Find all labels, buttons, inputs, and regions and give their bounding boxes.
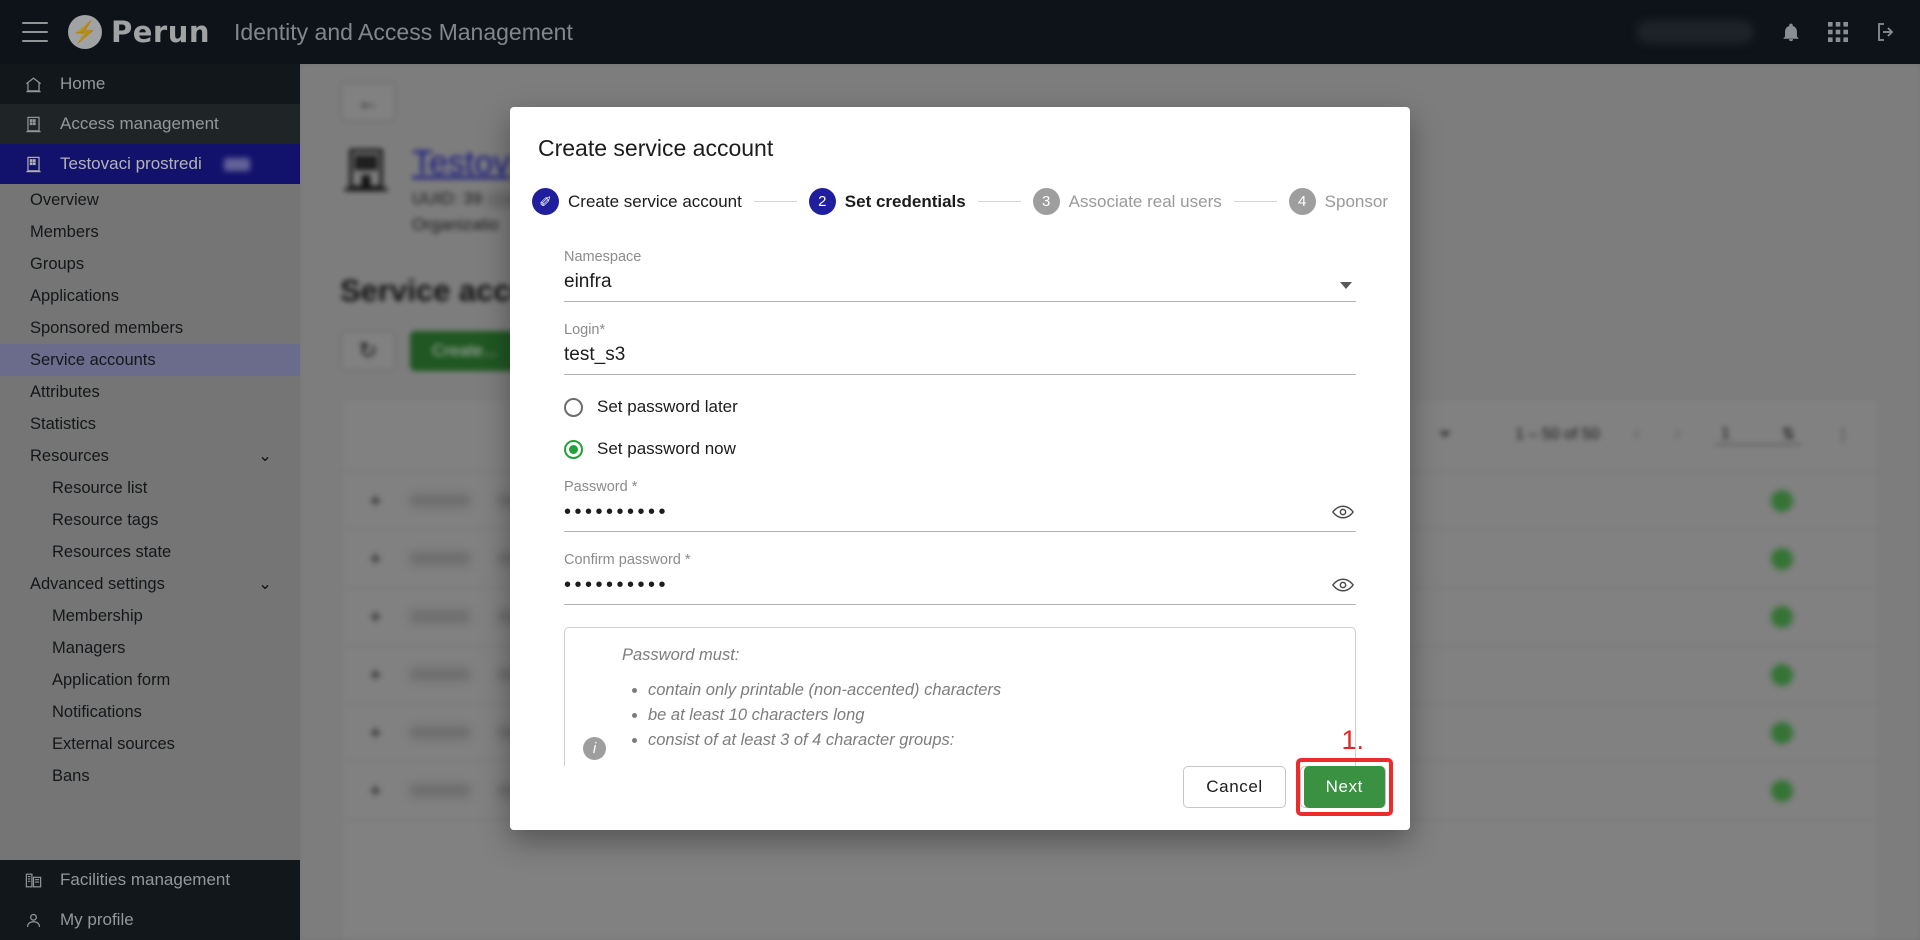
login-value: test_s3: [564, 344, 626, 365]
password-rule: consist of at least 3 of 4 character gro…: [648, 731, 1001, 750]
password-input[interactable]: Password * ••••••••••: [564, 479, 1356, 532]
step-label: Sponsor: [1324, 191, 1388, 211]
cancel-button[interactable]: Cancel: [1183, 766, 1286, 808]
stepper-step-1[interactable]: ✐ Create service account: [532, 188, 742, 215]
toggle-confirm-password-visibility-icon[interactable]: [1332, 577, 1354, 598]
step-label: Set credentials: [844, 191, 966, 211]
annotation-highlight: Next: [1295, 758, 1393, 816]
step-number: 2: [808, 188, 836, 215]
radio-label: Set password now: [597, 439, 736, 458]
login-label: Login*: [564, 322, 606, 338]
password-requirements-text: Password must: contain only printable (n…: [622, 646, 1001, 766]
confirm-password-label: Confirm password *: [564, 552, 691, 568]
dialog-title: Create service account: [538, 135, 774, 161]
stepper-connector: [977, 201, 1021, 202]
next-button[interactable]: Next: [1303, 766, 1385, 808]
annotation-step-number: 1.: [1341, 725, 1364, 755]
toggle-password-visibility-icon[interactable]: [1332, 504, 1354, 525]
stepper-step-2[interactable]: 2 Set credentials: [808, 188, 966, 215]
step-label: Create service account: [568, 191, 742, 211]
login-input[interactable]: Login* test_s3: [564, 322, 1356, 375]
app-root: ⚡ Perun Identity and Access Management H…: [0, 0, 1920, 940]
confirm-password-value: ••••••••••: [564, 574, 670, 596]
confirm-password-input[interactable]: Confirm password * ••••••••••: [564, 552, 1356, 605]
stepper-step-4[interactable]: 4 Sponsor: [1288, 188, 1388, 215]
radio-icon[interactable]: [564, 397, 583, 417]
password-rule: contain only printable (non-accented) ch…: [648, 681, 1001, 700]
create-service-account-dialog: Create service account ✐ Create service a…: [510, 107, 1410, 830]
password-rules-list: contain only printable (non-accented) ch…: [648, 681, 1001, 750]
step-number: 3: [1032, 188, 1060, 215]
password-requirements-title: Password must:: [622, 646, 740, 664]
chevron-down-icon[interactable]: [1340, 282, 1352, 289]
password-value: ••••••••••: [564, 501, 670, 523]
namespace-select[interactable]: Namespace einfra: [564, 249, 1356, 302]
info-icon: i: [583, 737, 606, 760]
radio-set-password-later[interactable]: Set password later: [564, 397, 1356, 417]
password-rule: be at least 10 characters long: [648, 706, 1001, 725]
stepper-step-3[interactable]: 3 Associate real users: [1032, 188, 1222, 215]
dialog-body: Namespace einfra Login* test_s3 Set pass…: [510, 215, 1410, 766]
radio-set-password-now[interactable]: Set password now: [564, 439, 1356, 459]
password-label: Password *: [564, 479, 638, 495]
wizard-stepper: ✐ Create service account 2 Set credentials 3…: [510, 162, 1410, 215]
radio-icon-selected[interactable]: [564, 439, 583, 459]
edit-pencil-icon: ✐: [532, 188, 559, 215]
stepper-connector: [1233, 201, 1277, 202]
namespace-value: einfra: [564, 271, 612, 292]
dialog-footer: Cancel Back Next 1.: [510, 725, 1410, 830]
step-label: Associate real users: [1068, 191, 1222, 211]
namespace-label: Namespace: [564, 249, 642, 265]
step-number: 4: [1288, 188, 1316, 215]
stepper-connector: [753, 201, 797, 202]
radio-label: Set password later: [597, 397, 738, 416]
password-requirements-panel: i Password must: contain only printable …: [564, 627, 1356, 766]
